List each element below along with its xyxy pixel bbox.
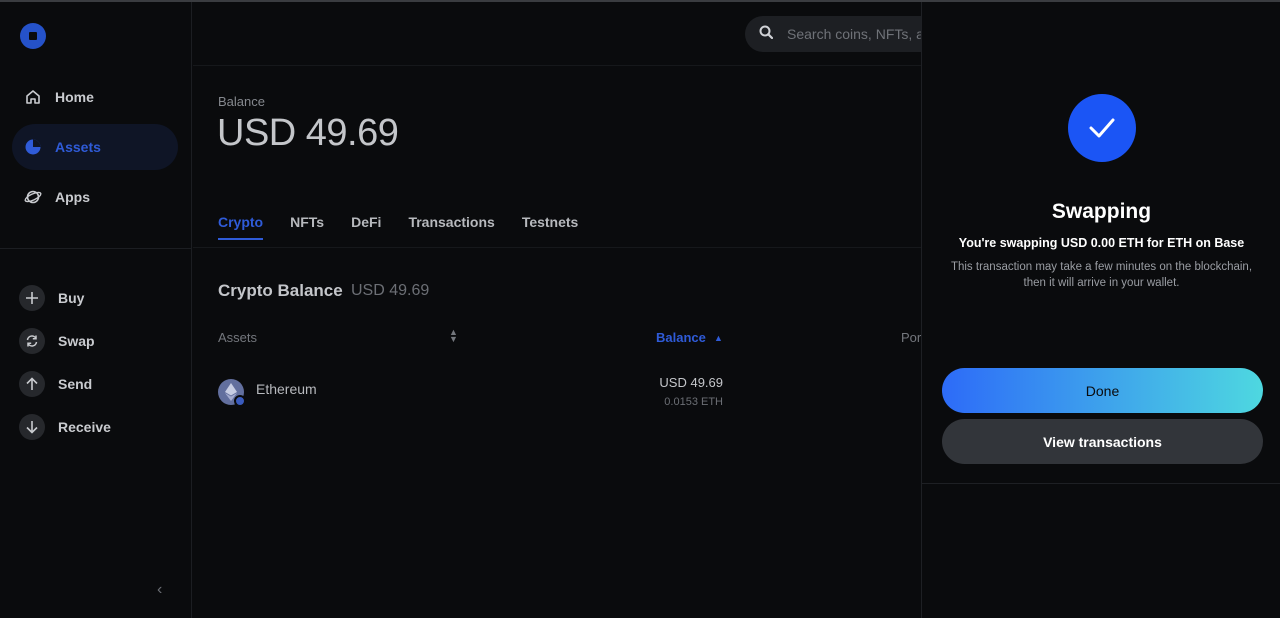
buy-button[interactable]: Buy — [19, 284, 84, 312]
panel-divider — [922, 483, 1280, 484]
sort-icon[interactable]: ▲ ▼ — [449, 328, 458, 344]
sidebar-item-label: Home — [55, 89, 94, 105]
send-label: Send — [58, 376, 93, 392]
asset-tabs: Crypto NFTs DeFi Transactions Testnets — [218, 214, 605, 240]
home-icon — [24, 88, 42, 106]
sort-ascending-icon[interactable]: ▲ — [714, 333, 723, 343]
search-input[interactable]: Search coins, NFTs, ap — [745, 16, 945, 52]
swap-button[interactable]: Swap — [19, 327, 95, 355]
receive-label: Receive — [58, 419, 111, 435]
column-header-assets[interactable]: Assets — [218, 330, 257, 345]
tabs-divider — [193, 247, 921, 248]
logo-icon[interactable] — [20, 23, 46, 49]
arrow-up-icon — [19, 371, 45, 397]
swap-icon — [19, 328, 45, 354]
panel-description: This transaction may take a few minutes … — [950, 261, 1253, 289]
panel-title: Swapping — [1051, 200, 1152, 223]
app-window: Home Assets Apps Buy Swap Send Receive ‹… — [0, 0, 1280, 618]
swap-label: Swap — [58, 333, 95, 349]
sidebar-item-label: Assets — [55, 139, 101, 155]
tab-nfts[interactable]: NFTs — [290, 214, 324, 240]
done-button[interactable]: Done — [942, 368, 1263, 413]
tab-defi[interactable]: DeFi — [351, 214, 381, 240]
receive-button[interactable]: Receive — [19, 413, 111, 441]
sidebar-item-assets[interactable]: Assets — [12, 124, 178, 170]
buy-label: Buy — [58, 290, 85, 306]
collapse-sidebar-icon[interactable]: ‹ — [157, 582, 169, 598]
header: Search coins, NFTs, ap — [193, 2, 945, 66]
balance-label: Balance — [218, 94, 265, 109]
column-header-portfolio[interactable]: Por — [901, 330, 921, 345]
network-badge-icon — [234, 395, 246, 407]
asset-balance-usd: USD 49.69 — [659, 375, 723, 390]
crypto-balance-value: USD 49.69 — [351, 282, 430, 299]
column-header-balance[interactable]: Balance — [656, 330, 706, 345]
balance-value: USD 49.69 — [217, 112, 399, 154]
sidebar-divider — [0, 248, 192, 249]
tab-crypto[interactable]: Crypto — [218, 214, 264, 240]
swap-status-panel: Swapping You're swapping USD 0.00 ETH fo… — [921, 2, 1280, 618]
pie-chart-icon — [24, 138, 42, 156]
sidebar-item-label: Apps — [55, 189, 90, 205]
tab-testnets[interactable]: Testnets — [522, 214, 579, 240]
sidebar-item-apps[interactable]: Apps — [12, 174, 178, 220]
asset-name: Ethereum — [256, 381, 317, 397]
check-icon — [1068, 94, 1136, 162]
tab-transactions[interactable]: Transactions — [408, 214, 494, 240]
planet-icon — [24, 188, 42, 206]
panel-subtitle: You're swapping USD 0.00 ETH for ETH on … — [958, 236, 1245, 250]
plus-icon — [19, 285, 45, 311]
arrow-down-icon — [19, 414, 45, 440]
view-transactions-button[interactable]: View transactions — [942, 419, 1263, 464]
sidebar: Home Assets Apps Buy Swap Send Receive ‹ — [0, 2, 192, 618]
search-placeholder: Search coins, NFTs, ap — [787, 26, 932, 42]
crypto-balance-title: Crypto Balance — [218, 281, 343, 300]
sidebar-item-home[interactable]: Home — [12, 74, 178, 120]
search-icon — [759, 25, 774, 44]
asset-balance-amount: 0.0153 ETH — [664, 396, 723, 408]
send-button[interactable]: Send — [19, 370, 92, 398]
